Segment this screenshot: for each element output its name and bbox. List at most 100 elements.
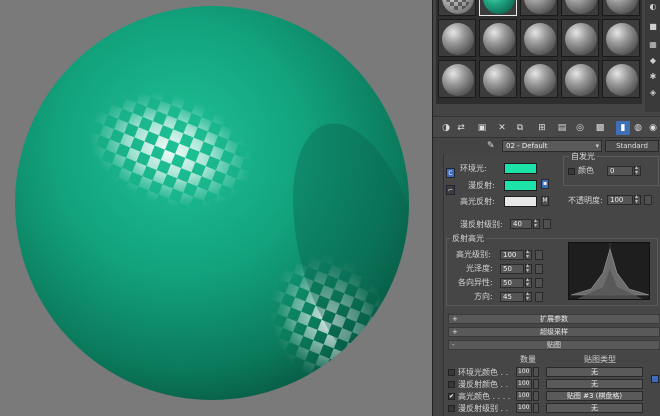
material-toolbar: ◑ ⇄ ▣ ✕ ⧉ ⊞ ▤ ◎ ▩ ▮ ◍ ◉ xyxy=(433,116,660,138)
video-check-icon[interactable]: ✱ xyxy=(648,72,658,82)
sample-slot[interactable] xyxy=(438,0,476,16)
diffuse-color-swatch[interactable] xyxy=(504,180,537,191)
glossiness-label: 光泽度: xyxy=(466,264,493,273)
sample-slot[interactable] xyxy=(602,19,640,57)
show-end-result-icon[interactable]: ▮ xyxy=(616,121,630,135)
anisotropy-spinner[interactable] xyxy=(525,276,532,288)
make-copy-icon[interactable]: ⧉ xyxy=(513,121,527,135)
rollout-extended-parameters[interactable]: + 扩展参数 xyxy=(448,314,660,324)
map-amount-spinner[interactable] xyxy=(533,403,539,413)
opacity-spinner[interactable] xyxy=(634,193,641,205)
opacity-map-button[interactable] xyxy=(644,195,652,205)
ambient-color-swatch[interactable] xyxy=(504,163,537,174)
sample-slot-active[interactable] xyxy=(479,0,517,16)
sample-slot[interactable] xyxy=(438,60,476,98)
sample-slot[interactable] xyxy=(520,60,558,98)
map-row-diffuse: 漫反射颜色 . . 100 无 xyxy=(448,379,660,390)
put-to-library-icon[interactable]: ▤ xyxy=(555,121,569,135)
sample-slot[interactable] xyxy=(561,60,599,98)
sample-slot[interactable] xyxy=(438,19,476,57)
uv-tiling-icon[interactable]: ◆ xyxy=(648,56,658,66)
diffuse-map-button[interactable]: ▪ xyxy=(541,179,549,189)
put-to-scene-icon[interactable]: ⇄ xyxy=(454,121,468,135)
material-name-field[interactable]: 02 - Default ▾ xyxy=(502,140,602,152)
map-slot-button[interactable]: 无 xyxy=(546,379,643,389)
self-illum-value-field[interactable]: 0 xyxy=(607,166,633,176)
map-row-specular: ✔ 高光颜色 . . . . 100 贴图 #3 (棋盘格) xyxy=(448,391,660,402)
opacity-label: 不透明度: xyxy=(568,196,603,205)
pick-material-icon[interactable]: ✎ xyxy=(487,141,495,151)
specular-level-map-button[interactable] xyxy=(535,250,543,260)
reset-material-icon[interactable]: ✕ xyxy=(495,121,509,135)
specular-map-button[interactable]: M xyxy=(541,196,549,206)
map-amount-field[interactable]: 100 xyxy=(516,391,532,401)
go-to-parent-icon[interactable]: ◍ xyxy=(631,121,645,135)
map-label: 漫反射颜色 . . xyxy=(458,380,509,389)
background-icon[interactable]: ▦ xyxy=(648,40,658,50)
map-row-ambient: 环境光颜色 . . 100 无 xyxy=(448,367,660,378)
glossiness-map-button[interactable] xyxy=(535,264,543,274)
maps-scroll-handle[interactable] xyxy=(651,375,659,383)
sample-slot[interactable] xyxy=(602,60,640,98)
material-id-icon[interactable]: ◎ xyxy=(573,121,587,135)
map-amount-spinner[interactable] xyxy=(533,391,539,401)
orientation-spinner[interactable] xyxy=(525,290,532,302)
sample-type-icon[interactable]: ◐ xyxy=(648,2,658,12)
map-enable-checkbox[interactable] xyxy=(448,381,455,388)
lock-ambient-diffuse-button[interactable]: C xyxy=(446,168,455,178)
sample-slot[interactable] xyxy=(520,19,558,57)
map-label: 环境光颜色 . . xyxy=(458,368,509,377)
map-enable-checkbox[interactable]: ✔ xyxy=(448,393,455,400)
self-illum-color-checkbox[interactable] xyxy=(568,168,575,175)
make-preview-icon[interactable]: ◈ xyxy=(648,88,658,98)
sample-slot[interactable] xyxy=(520,0,558,16)
lock-diffuse-specular-button[interactable]: ⌐ xyxy=(446,185,455,195)
rollout-title: 扩展参数 xyxy=(540,315,568,323)
rollout-maps[interactable]: - 贴图 xyxy=(448,340,660,350)
map-enable-checkbox[interactable] xyxy=(448,405,455,412)
opacity-field[interactable]: 100 xyxy=(607,195,633,205)
highlight-curve-graph xyxy=(568,242,650,300)
specular-level-field[interactable]: 100 xyxy=(500,250,524,260)
chevron-down-icon[interactable]: ▾ xyxy=(595,141,599,151)
diffuse-level-spinner[interactable] xyxy=(533,217,540,229)
sample-slot[interactable] xyxy=(479,19,517,57)
go-forward-sibling-icon[interactable]: ◉ xyxy=(646,121,660,135)
material-editor-panel: ◐ ■ ▦ ◆ ✱ ◈ ◑ ⇄ ▣ ✕ ⧉ ⊞ ▤ ◎ ▩ ▮ ◍ ◉ ✎ 02… xyxy=(432,0,660,416)
diffuse-level-map-button[interactable] xyxy=(543,219,551,229)
map-amount-field[interactable]: 100 xyxy=(516,403,532,413)
map-amount-spinner[interactable] xyxy=(533,367,539,377)
self-illum-spinner[interactable] xyxy=(634,164,641,176)
map-amount-spinner[interactable] xyxy=(533,379,539,389)
diffuse-level-field[interactable]: 40 xyxy=(510,219,532,229)
sample-slot[interactable] xyxy=(602,0,640,16)
specular-level-spinner[interactable] xyxy=(525,248,532,260)
glossiness-spinner[interactable] xyxy=(525,262,532,274)
map-slot-button[interactable]: 无 xyxy=(546,367,643,377)
specular-label: 高光反射: xyxy=(460,197,495,206)
show-map-icon[interactable]: ▩ xyxy=(593,121,607,135)
get-material-icon[interactable]: ◑ xyxy=(439,121,453,135)
rollout-supersampling[interactable]: + 超级采样 xyxy=(448,327,660,337)
anisotropy-map-button[interactable] xyxy=(535,278,543,288)
map-amount-field[interactable]: 100 xyxy=(516,379,532,389)
orientation-map-button[interactable] xyxy=(535,292,543,302)
material-type-button[interactable]: Standard xyxy=(605,140,659,152)
diffuse-level-label: 漫反射级别: xyxy=(460,220,503,229)
specular-color-swatch[interactable] xyxy=(504,196,537,207)
map-slot-button[interactable]: 贴图 #3 (棋盘格) xyxy=(546,391,643,401)
map-slot-button[interactable]: 无 xyxy=(546,403,643,413)
sample-slot[interactable] xyxy=(561,19,599,57)
sample-slot[interactable] xyxy=(479,60,517,98)
viewport[interactable] xyxy=(0,0,432,416)
backlight-icon[interactable]: ■ xyxy=(648,22,658,32)
map-amount-field[interactable]: 100 xyxy=(516,367,532,377)
glossiness-field[interactable]: 50 xyxy=(500,264,524,274)
rollout-title: 贴图 xyxy=(547,341,561,349)
anisotropy-field[interactable]: 50 xyxy=(500,278,524,288)
orientation-field[interactable]: 45 xyxy=(500,292,524,302)
map-enable-checkbox[interactable] xyxy=(448,369,455,376)
make-unique-icon[interactable]: ⊞ xyxy=(535,121,549,135)
sample-slot[interactable] xyxy=(561,0,599,16)
assign-to-selection-icon[interactable]: ▣ xyxy=(475,121,489,135)
